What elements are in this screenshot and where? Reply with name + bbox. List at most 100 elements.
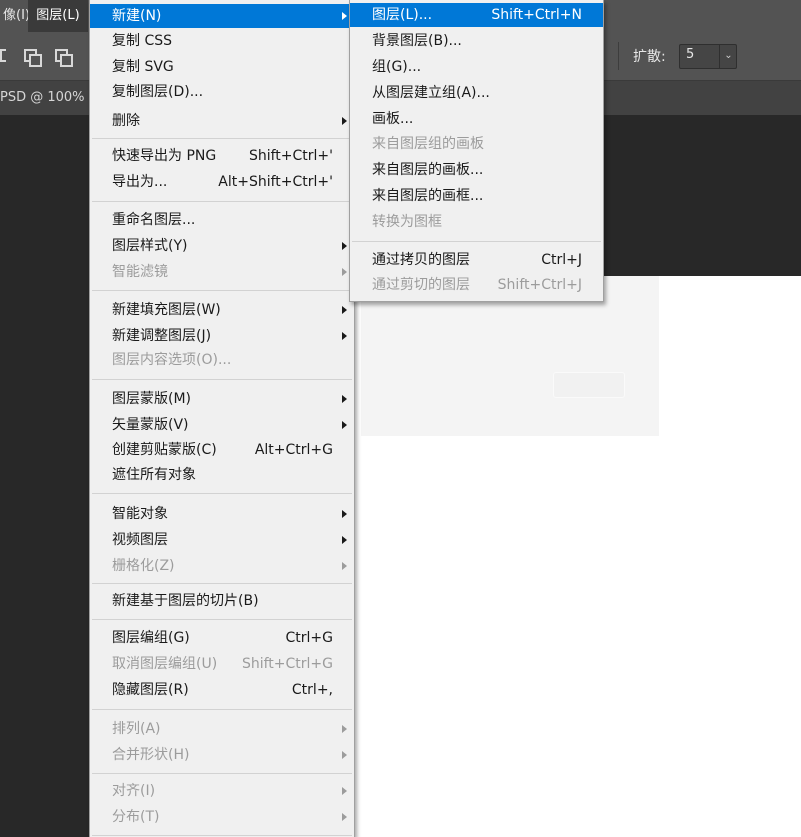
- layer-menu-item-26[interactable]: 合并形状(H): [90, 743, 354, 767]
- chevron-down-icon[interactable]: ⌄: [719, 45, 737, 68]
- intersect-shape-icon[interactable]: [55, 49, 73, 67]
- expand-label: 扩散:: [633, 49, 666, 65]
- submenu-arrow-icon: [342, 12, 347, 20]
- menu-item-label: 图层内容选项(O)...: [112, 352, 232, 368]
- new-submenu-item-2[interactable]: 背景图层(B)...: [350, 29, 603, 53]
- menu-item-label: 图层蒙版(M): [112, 391, 192, 407]
- canvas-button-shape: [553, 372, 625, 398]
- menu-item-label: 排列(A): [112, 721, 161, 737]
- menu-item-label: 通过剪切的图层: [372, 277, 470, 293]
- menu-item-shortcut: Ctrl+G: [285, 630, 334, 646]
- menu-separator: [92, 290, 352, 291]
- new-submenu-item-1[interactable]: 图层(L)... Shift+Ctrl+N: [350, 3, 603, 27]
- menu-separator: [92, 493, 352, 494]
- layer-menu-item-14[interactable]: 图层蒙版(M): [90, 387, 354, 411]
- layer-menu-item-5[interactable]: 删除: [90, 109, 354, 133]
- submenu-arrow-icon: [342, 268, 347, 276]
- layer-menu-item-23[interactable]: 取消图层编组(U) Shift+Ctrl+G: [90, 652, 354, 676]
- menu-item-label: 组(G)...: [372, 59, 422, 75]
- menu-separator: [92, 583, 352, 584]
- menu-layer[interactable]: 图层(L): [28, 0, 88, 32]
- layer-menu-item-20[interactable]: 栅格化(Z): [90, 554, 354, 578]
- layer-menu-item-1[interactable]: 新建(N): [90, 4, 354, 28]
- layer-menu-item-11[interactable]: 新建填充图层(W): [90, 298, 354, 322]
- menu-image[interactable]: 像(I): [0, 0, 30, 32]
- new-submenu-item-5[interactable]: 画板...: [350, 107, 603, 131]
- layer-menu-item-16[interactable]: 创建剪贴蒙版(C) Alt+Ctrl+G: [90, 438, 354, 462]
- layer-menu-item-24[interactable]: 隐藏图层(R) Ctrl+,: [90, 678, 354, 702]
- layer-menu-item-18[interactable]: 智能对象: [90, 502, 354, 526]
- new-submenu: 图层(L)... Shift+Ctrl+N 背景图层(B)... 组(G)... 从图层…: [349, 0, 604, 302]
- menu-item-label: 快速导出为 PNG: [112, 148, 217, 164]
- subtract-shape-icon[interactable]: [24, 49, 42, 67]
- layer-menu-item-22[interactable]: 图层编组(G) Ctrl+G: [90, 626, 354, 650]
- menu-item-label: 从图层建立组(A)...: [372, 85, 490, 101]
- layer-menu-item-8[interactable]: 重命名图层...: [90, 208, 354, 232]
- menu-item-label: 来自图层的画框...: [372, 188, 484, 204]
- menu-item-shortcut: Ctrl+J: [541, 252, 582, 268]
- menu-item-shortcut: Shift+Ctrl+J: [497, 277, 582, 293]
- new-submenu-item-7[interactable]: 来自图层的画板...: [350, 158, 603, 182]
- submenu-arrow-icon: [342, 332, 347, 340]
- submenu-arrow-icon: [342, 813, 347, 821]
- new-submenu-item-8[interactable]: 来自图层的画框...: [350, 184, 603, 208]
- menu-item-label: 视频图层: [112, 532, 168, 548]
- menu-item-label: 矢量蒙版(V): [112, 417, 189, 433]
- submenu-arrow-icon: [342, 117, 347, 125]
- menu-item-label: 栅格化(Z): [112, 558, 175, 574]
- layer-menu-item-28[interactable]: 分布(T): [90, 805, 354, 829]
- expand-select[interactable]: 5 ⌄: [679, 44, 737, 69]
- submenu-arrow-icon: [342, 242, 347, 250]
- new-submenu-item-4[interactable]: 从图层建立组(A)...: [350, 81, 603, 105]
- document-tab[interactable]: PSD @ 100%: [0, 81, 90, 115]
- menu-item-shortcut: Shift+Ctrl+N: [491, 7, 582, 23]
- layer-menu-item-9[interactable]: 图层样式(Y): [90, 234, 354, 258]
- menu-item-label: 创建剪贴蒙版(C): [112, 442, 217, 458]
- menu-separator: [92, 619, 352, 620]
- menu-item-label: 新建填充图层(W): [112, 302, 221, 318]
- menu-item-label: 删除: [112, 113, 140, 129]
- menu-item-label: 遮住所有对象: [112, 467, 196, 483]
- menu-item-label: 导出为...: [112, 174, 168, 190]
- submenu-arrow-icon: [342, 395, 347, 403]
- menu-item-label: 合并形状(H): [112, 747, 190, 763]
- new-submenu-item-9[interactable]: 转换为图框: [350, 210, 603, 234]
- new-submenu-item-10[interactable]: 通过拷贝的图层 Ctrl+J: [350, 248, 603, 272]
- menu-item-label: 画板...: [372, 111, 414, 127]
- menu-item-label: 新建(N): [112, 8, 162, 24]
- new-submenu-item-11[interactable]: 通过剪切的图层 Shift+Ctrl+J: [350, 273, 603, 297]
- menu-separator: [92, 835, 352, 836]
- layer-menu-item-17[interactable]: 遮住所有对象: [90, 463, 354, 487]
- path-operation-icon[interactable]: [0, 49, 6, 63]
- menu-item-shortcut: Shift+Ctrl+G: [241, 656, 333, 672]
- layer-menu-item-6[interactable]: 快速导出为 PNG Shift+Ctrl+': [90, 144, 354, 168]
- layer-menu-item-3[interactable]: 复制 SVG: [90, 55, 354, 79]
- menu-separator: [92, 379, 352, 380]
- layer-menu-item-15[interactable]: 矢量蒙版(V): [90, 413, 354, 437]
- layer-menu-item-21[interactable]: 新建基于图层的切片(B): [90, 589, 354, 613]
- menu-item-shortcut: Alt+Shift+Ctrl+': [218, 174, 333, 190]
- layer-menu-item-25[interactable]: 排列(A): [90, 717, 354, 741]
- layer-menu-item-19[interactable]: 视频图层: [90, 528, 354, 552]
- menu-item-label: 复制图层(D)...: [112, 84, 204, 100]
- new-submenu-item-3[interactable]: 组(G)...: [350, 55, 603, 79]
- layer-menu-dropdown: 新建(N) 复制 CSS 复制 SVG 复制图层(D)... 删除 快速导出为 PNG Sh…: [89, 0, 355, 837]
- menu-item-label: 重命名图层...: [112, 212, 196, 228]
- menu-item-label: 智能对象: [112, 506, 168, 522]
- menu-item-label: 来自图层组的画板: [372, 136, 484, 152]
- layer-menu-item-4[interactable]: 复制图层(D)...: [90, 80, 354, 104]
- menu-item-label: 图层编组(G): [112, 630, 190, 646]
- layer-menu-item-2[interactable]: 复制 CSS: [90, 29, 354, 53]
- layer-menu-item-13[interactable]: 图层内容选项(O)...: [90, 348, 354, 372]
- menu-item-label: 背景图层(B)...: [372, 33, 462, 49]
- layer-menu-item-27[interactable]: 对齐(I): [90, 779, 354, 803]
- layer-menu-item-12[interactable]: 新建调整图层(J): [90, 324, 354, 348]
- layer-menu-item-7[interactable]: 导出为... Alt+Shift+Ctrl+': [90, 170, 354, 194]
- submenu-arrow-icon: [342, 562, 347, 570]
- menu-separator: [92, 201, 352, 202]
- menu-item-label: 图层(L)...: [372, 7, 433, 23]
- layer-menu-item-10[interactable]: 智能滤镜: [90, 260, 354, 284]
- submenu-arrow-icon: [342, 536, 347, 544]
- menu-item-label: 复制 SVG: [112, 59, 174, 75]
- new-submenu-item-6[interactable]: 来自图层组的画板: [350, 132, 603, 156]
